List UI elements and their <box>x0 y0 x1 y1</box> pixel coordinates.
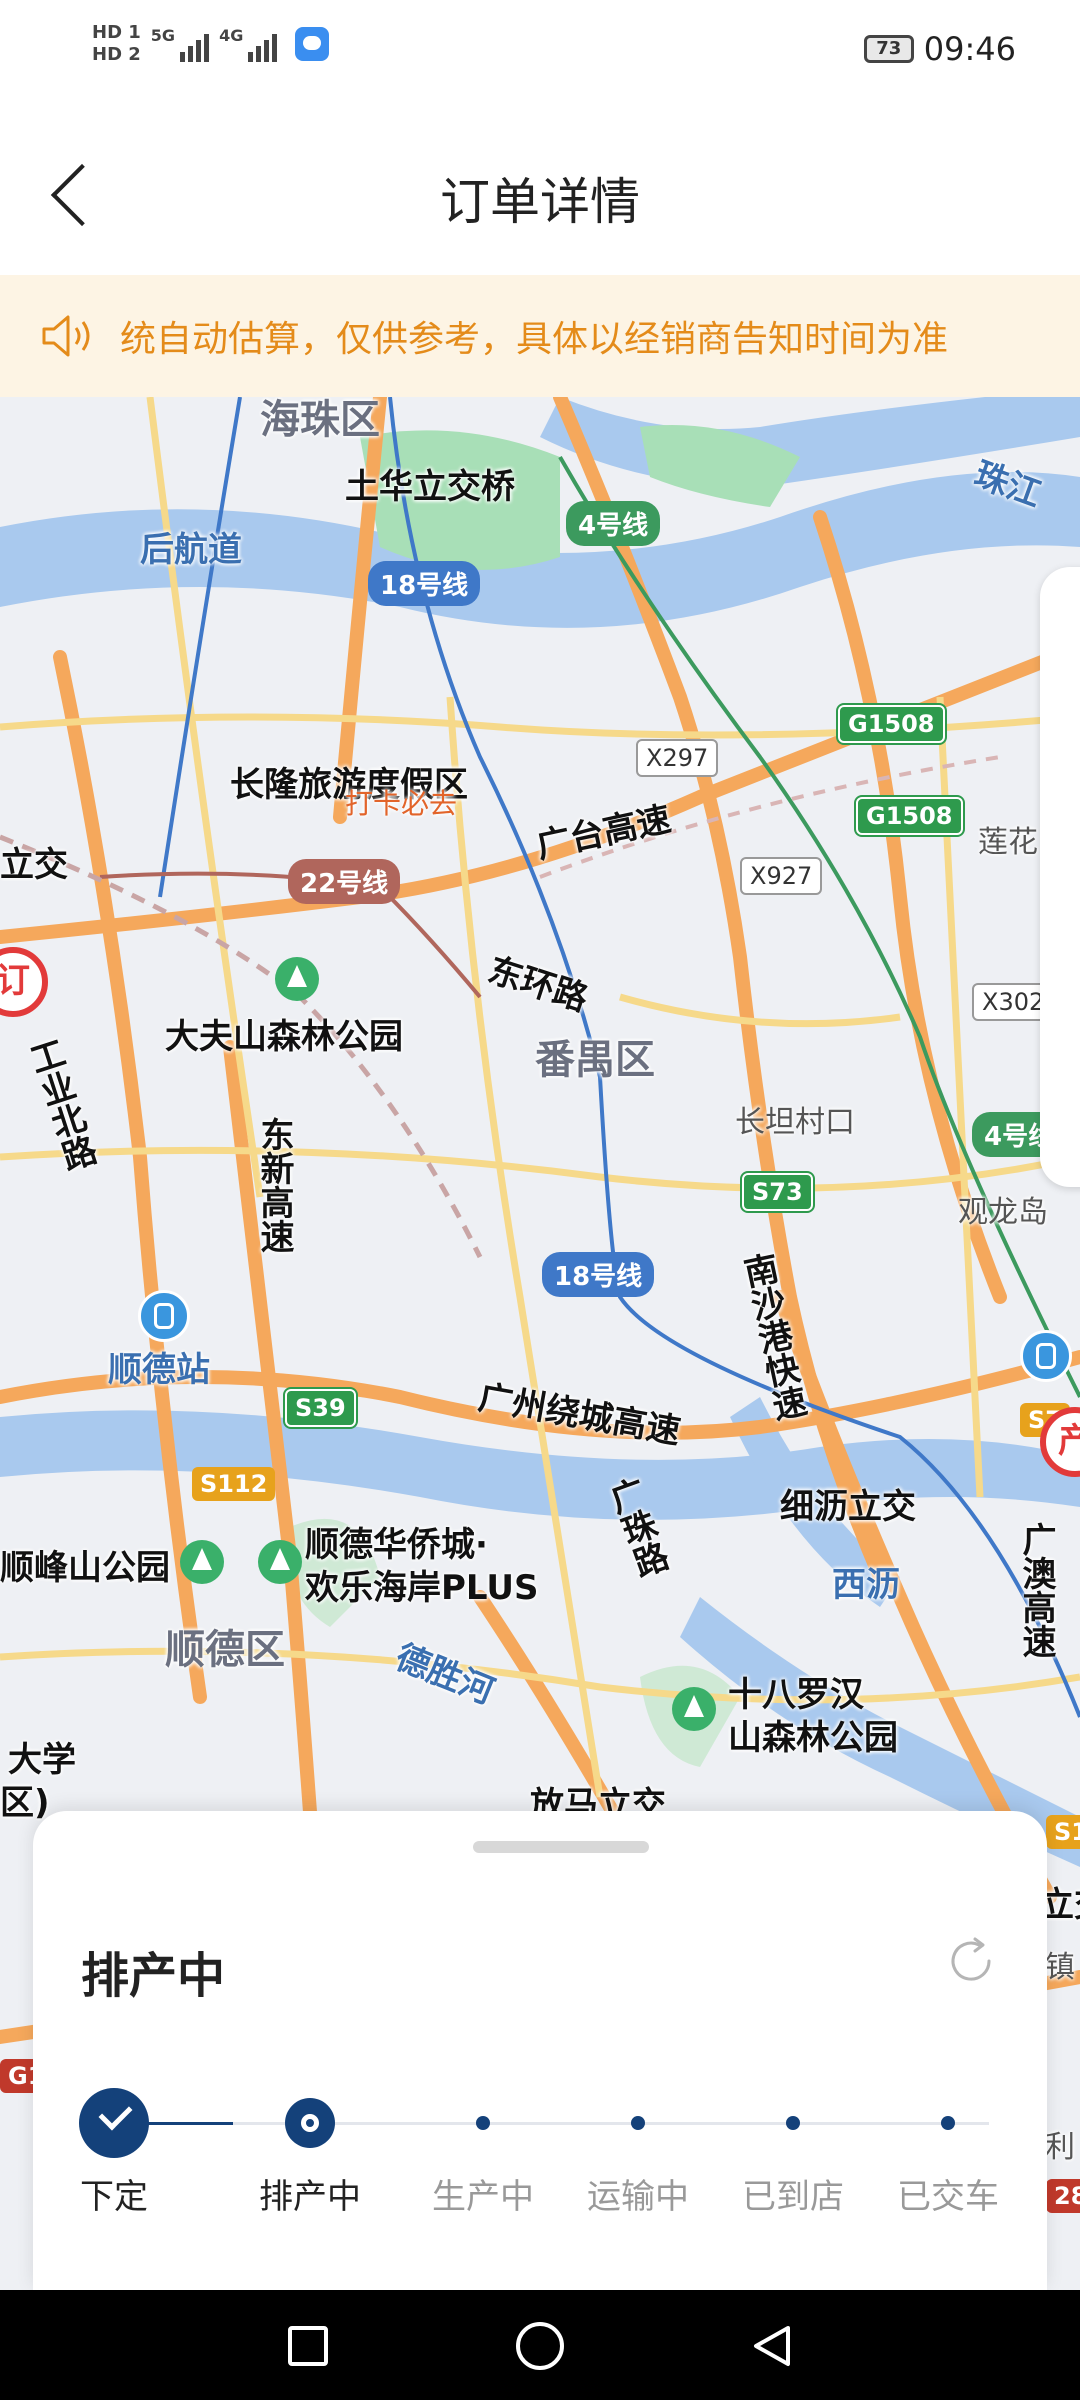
map-place-label: 观龙岛 <box>958 1195 1048 1230</box>
hd-indicator: HD 1 HD 2 <box>92 22 141 66</box>
park-icon[interactable] <box>275 957 319 1001</box>
station-icon[interactable] <box>138 1290 190 1342</box>
notice-banner: 统自动估算，仅供参考，具体以经销商告知时间为准 <box>0 275 1080 397</box>
map-road-label: 细沥立交 <box>780 1487 916 1527</box>
production-location-pin[interactable]: 产 <box>1040 1407 1080 1477</box>
map-place-label: 镇 <box>1045 1950 1075 1985</box>
map-place-label: 区) <box>0 1783 50 1823</box>
order-progress-stepper: 下定 排产中 生产中 运输中 已到店 已交车 <box>33 2077 1047 2257</box>
map-road-label: 土华立交桥 <box>345 467 515 507</box>
step-label: 下定 <box>80 2177 148 2217</box>
map-place-label: 顺德站 <box>108 1350 210 1390</box>
map-place-label: 欢乐海岸PLUS <box>305 1568 539 1608</box>
station-icon[interactable] <box>1020 1330 1072 1382</box>
step-done-check-icon <box>79 2088 149 2158</box>
order-status-sheet: 排产中 下定 排产中 生产中 运输中 已到店 已交车 <box>33 1811 1047 2290</box>
system-nav-bar <box>0 2290 1080 2400</box>
map-district-label: 番禺区 <box>535 1037 655 1083</box>
highway-shield: 28 <box>1046 2179 1080 2213</box>
map-place-label: 十八罗汉 <box>728 1675 864 1715</box>
map-place-label: 莲花 <box>978 825 1038 860</box>
highway-shield: S1 <box>1046 1815 1080 1849</box>
step-future-dot <box>631 2116 645 2130</box>
step-future-dot <box>476 2116 490 2130</box>
highway-shield: S112 <box>192 1467 276 1501</box>
step-label: 已交车 <box>897 2177 999 2217</box>
map-place-label: 顺德华侨城· <box>305 1525 488 1565</box>
highway-shield: X297 <box>636 739 719 777</box>
hd2-label: HD 2 <box>92 44 141 65</box>
net1-label: 5G <box>150 26 176 45</box>
map-road-label: 立交 <box>0 845 68 885</box>
pin-label: 产 <box>1058 1421 1080 1461</box>
notice-text: 统自动估算，仅供参考，具体以经销商告知时间为准 <box>120 319 949 360</box>
recents-button[interactable] <box>288 2326 328 2366</box>
header-bar: 订单详情 <box>0 110 1080 275</box>
highway-shield: X927 <box>740 857 823 895</box>
map-place-label: 山森林公园 <box>728 1718 898 1758</box>
map-tag-label: 打卡必去 <box>345 787 458 820</box>
nav-back-button[interactable] <box>748 2322 796 2370</box>
status-left: HD 1 HD 2 5G 4G <box>92 22 330 66</box>
home-button[interactable] <box>516 2322 564 2370</box>
map-place-label: 长坦村口 <box>735 1105 855 1140</box>
battery-icon: 73 <box>863 35 914 63</box>
map-district-label: 海珠区 <box>260 397 380 443</box>
step-future-dot <box>941 2116 955 2130</box>
highway-shield: G1508 <box>838 705 945 743</box>
step-label: 生产中 <box>432 2177 534 2217</box>
map-place-label: 大学 <box>8 1740 76 1780</box>
step-label: 已到店 <box>742 2177 844 2217</box>
weather-icon <box>295 27 330 61</box>
drag-handle[interactable] <box>473 1841 649 1853</box>
park-icon[interactable] <box>258 1540 302 1584</box>
map-side-toolbar[interactable] <box>1040 567 1080 1187</box>
hd1-label: HD 1 <box>92 22 141 43</box>
status-bar: HD 1 HD 2 5G 4G 73 09:46 <box>0 0 1080 110</box>
map-place-label: 利 <box>1045 2130 1075 2165</box>
highway-shield: G1508 <box>856 797 963 835</box>
metro-badge: 18号线 <box>542 1252 655 1297</box>
map-place-label: 大夫山森林公园 <box>165 1017 403 1057</box>
progress-track-pending <box>233 2122 989 2125</box>
metro-badge: 4号线 <box>566 501 661 546</box>
status-right: 73 09:46 <box>863 30 1016 68</box>
map-road-label: 东新高速 <box>254 1117 294 1253</box>
map-water-label: 西沥 <box>832 1565 900 1605</box>
metro-badge: 18号线 <box>368 561 481 606</box>
map-road-label: 广澳高速 <box>1016 1522 1056 1658</box>
highway-shield: S73 <box>742 1173 813 1211</box>
highway-shield: S39 <box>285 1389 356 1427</box>
map-district-label: 顺德区 <box>165 1627 285 1673</box>
step-current-dot <box>285 2098 335 2148</box>
speaker-icon <box>42 315 90 357</box>
step-label: 排产中 <box>259 2177 361 2217</box>
map-place-label: 顺峰山公园 <box>0 1548 170 1588</box>
order-location-pin[interactable]: 订 <box>0 947 48 1017</box>
map-road-label: 后航道 <box>140 530 242 570</box>
step-label: 运输中 <box>587 2177 689 2217</box>
park-icon[interactable] <box>672 1687 716 1731</box>
pin-label: 订 <box>0 961 30 1001</box>
page-title: 订单详情 <box>440 173 640 231</box>
metro-badge: 22号线 <box>288 859 401 904</box>
signal-4g-icon: 4G <box>219 26 278 62</box>
clock: 09:46 <box>923 30 1016 68</box>
park-icon[interactable] <box>180 1540 224 1584</box>
signal-5g-icon: 5G <box>150 26 210 62</box>
step-future-dot <box>786 2116 800 2130</box>
refresh-icon[interactable] <box>943 1933 999 1989</box>
net2-label: 4G <box>219 26 244 45</box>
status-title: 排产中 <box>81 1948 226 2004</box>
